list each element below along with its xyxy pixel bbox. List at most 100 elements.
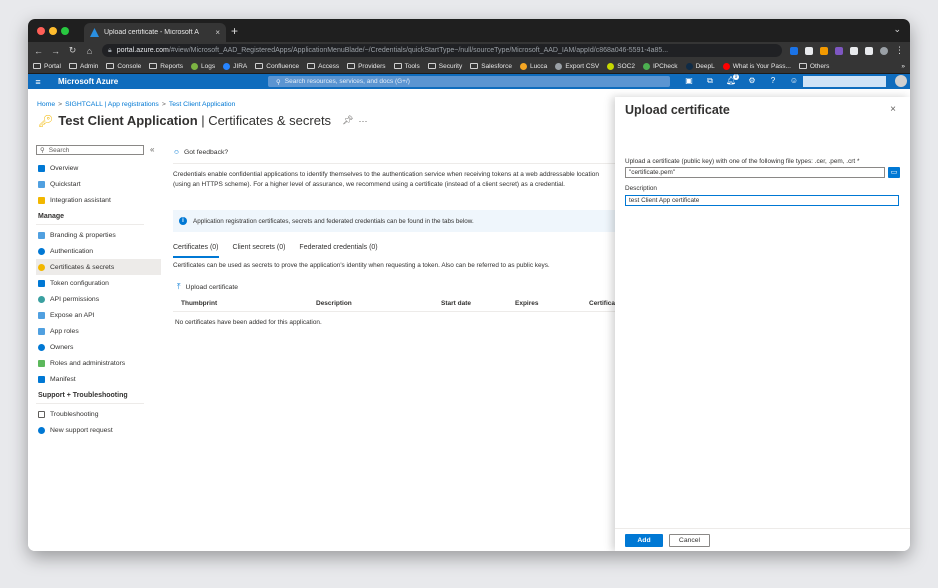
bookmark-item[interactable]: SOC2	[607, 62, 635, 70]
sidebar-item-expose-api[interactable]: Expose an API	[36, 307, 160, 323]
sidebar-item-app-roles[interactable]: App roles	[36, 323, 160, 339]
browser-tab-active[interactable]: Upload certificate - Microsoft A ×	[84, 23, 226, 42]
profile-icon[interactable]	[880, 46, 888, 55]
global-search-input[interactable]: ⚲ Search resources, services, and docs (…	[268, 76, 670, 87]
tab-certificates[interactable]: Certificates (0)	[173, 244, 219, 258]
bookmarks-bar: Portal Admin Console Reports Logs JIRA C…	[28, 59, 910, 74]
pin-icon[interactable]: 📌︎	[342, 115, 353, 126]
home-icon[interactable]: ⌂	[85, 46, 94, 56]
minimize-window-button[interactable]	[49, 27, 57, 35]
breadcrumb-home[interactable]: Home	[37, 101, 55, 108]
breadcrumb-app[interactable]: Test Client Application	[169, 101, 236, 108]
address-bar[interactable]: 🔒︎ portal.azure.com/#view/Microsoft_AAD_…	[102, 44, 782, 57]
maximize-window-button[interactable]	[61, 27, 69, 35]
feedback-icon[interactable]: ☺	[789, 76, 799, 86]
bookmark-item[interactable]: Portal	[33, 63, 61, 70]
folder-icon	[106, 63, 115, 69]
forward-arrow-icon[interactable]: →	[51, 46, 60, 56]
bookmark-item[interactable]: Export CSV	[555, 62, 599, 70]
folder-icon	[255, 63, 264, 69]
avatar[interactable]	[895, 75, 907, 87]
logs-icon	[191, 62, 199, 70]
certificate-file-input[interactable]: "certificate.pem"	[625, 167, 885, 178]
reload-icon[interactable]: ↻	[68, 45, 77, 56]
bookmark-item[interactable]: Tools	[393, 63, 420, 70]
close-window-button[interactable]	[37, 27, 45, 35]
sidebar-item-roles-admins[interactable]: Roles and administrators	[36, 355, 160, 371]
sidepanel-icon[interactable]	[865, 46, 873, 55]
tab-client-secrets[interactable]: Client secrets (0)	[233, 244, 286, 258]
browser-window: Upload certificate - Microsoft A × + ⌄ ←…	[28, 19, 910, 551]
bookmark-item[interactable]: Confluence	[255, 63, 299, 70]
sidebar-search-input[interactable]: ⚲ Search	[36, 145, 144, 155]
bookmark-item[interactable]: JIRA	[223, 62, 247, 70]
extension-icon[interactable]	[835, 46, 843, 55]
rocket-icon	[38, 196, 45, 204]
notifications-bell-icon[interactable]: 🔔︎ 9	[726, 74, 739, 86]
sidebar-item-overview[interactable]: Overview	[36, 160, 160, 176]
folder-icon	[798, 63, 807, 69]
sidebar-item-owners[interactable]: Owners	[36, 339, 160, 355]
bookmark-item[interactable]: DeepL	[685, 62, 715, 70]
tab-strip: Upload certificate - Microsoft A × + ⌄	[28, 19, 910, 42]
cancel-button[interactable]: Cancel	[669, 534, 710, 547]
upload-icon: ⤒	[177, 282, 181, 291]
extension-icon[interactable]	[805, 46, 813, 55]
settings-gear-icon[interactable]: ⚙	[747, 76, 757, 86]
bookmark-item[interactable]: Console	[106, 63, 141, 70]
sidebar-item-authentication[interactable]: Authentication	[36, 243, 160, 259]
sidebar-item-quickstart[interactable]: Quickstart	[36, 176, 160, 192]
tab-federated-credentials[interactable]: Federated credentials (0)	[299, 244, 377, 258]
collapse-sidebar-icon[interactable]: «	[150, 145, 154, 154]
upload-certificate-button[interactable]: ⤒ Upload certificate	[173, 282, 615, 292]
extension-icon[interactable]	[820, 46, 828, 55]
bookmark-item[interactable]: Lucca	[519, 62, 547, 70]
puzzle-icon[interactable]	[850, 46, 858, 55]
bookmark-item[interactable]: Security	[427, 63, 462, 70]
info-banner: i Application registration certificates,…	[173, 210, 615, 232]
bookmark-item[interactable]: IPCheck	[642, 62, 678, 70]
bookmark-item[interactable]: Providers	[347, 63, 386, 70]
bookmarks-overflow-icon[interactable]: »	[901, 63, 905, 70]
tab-search-chevron-icon[interactable]: ⌄	[893, 24, 901, 35]
breadcrumb-app-registrations[interactable]: SIGHTCALL | App registrations	[65, 101, 159, 108]
folder-icon	[33, 63, 41, 69]
bookmark-item[interactable]: Admin	[68, 63, 98, 70]
directory-filter-icon[interactable]: ⧉	[705, 76, 715, 86]
feedback-link[interactable]: ☺ Got feedback?	[173, 145, 615, 159]
extension-icon[interactable]	[790, 46, 798, 55]
column-description: Description	[316, 300, 352, 307]
sidebar-item-manifest[interactable]: Manifest	[36, 371, 160, 387]
add-button[interactable]: Add	[625, 534, 663, 547]
back-arrow-icon[interactable]: ←	[34, 46, 43, 56]
sidebar-item-troubleshooting[interactable]: Troubleshooting	[36, 406, 160, 422]
search-icon: ⚲	[276, 78, 281, 86]
cloud-shell-icon[interactable]: ▣	[684, 76, 694, 86]
more-options-icon[interactable]: ···	[359, 116, 368, 126]
sidebar-item-certificates[interactable]: Certificates & secrets	[36, 259, 161, 275]
folder-open-icon[interactable]: ▭	[888, 167, 900, 178]
close-icon[interactable]: ×	[890, 104, 896, 115]
sidebar-item-integration-assistant[interactable]: Integration assistant	[36, 192, 160, 208]
sidebar-item-api-permissions[interactable]: API permissions	[36, 291, 160, 307]
sidebar-item-new-support-request[interactable]: New support request	[36, 422, 160, 438]
tab-close-icon[interactable]: ×	[215, 28, 220, 37]
bookmark-item[interactable]: Access	[307, 63, 339, 70]
description-input[interactable]: test Client App certificate	[625, 195, 899, 206]
breadcrumb-separator: >	[161, 101, 166, 108]
sidebar-item-token-configuration[interactable]: Token configuration	[36, 275, 160, 291]
bookmark-item[interactable]: Salesforce	[470, 63, 512, 70]
bookmark-item[interactable]: Others	[798, 63, 829, 70]
azure-brand[interactable]: Microsoft Azure	[58, 77, 118, 86]
sidebar: ⚲ Search « Overview Quickstart Integrati…	[36, 145, 161, 438]
bookmark-item[interactable]: Reports	[149, 63, 183, 70]
hamburger-menu-icon[interactable]: ≡	[28, 77, 48, 87]
new-tab-button[interactable]: +	[231, 24, 238, 38]
kebab-menu-icon[interactable]: ⋮	[895, 45, 904, 56]
notification-badge: 9	[733, 74, 739, 80]
bookmark-item[interactable]: Logs	[191, 62, 215, 70]
bookmark-item[interactable]: What is Your Pass...	[722, 62, 791, 70]
help-icon[interactable]: ?	[768, 76, 778, 86]
sidebar-item-branding[interactable]: Branding & properties	[36, 227, 160, 243]
account-box[interactable]	[803, 76, 886, 87]
